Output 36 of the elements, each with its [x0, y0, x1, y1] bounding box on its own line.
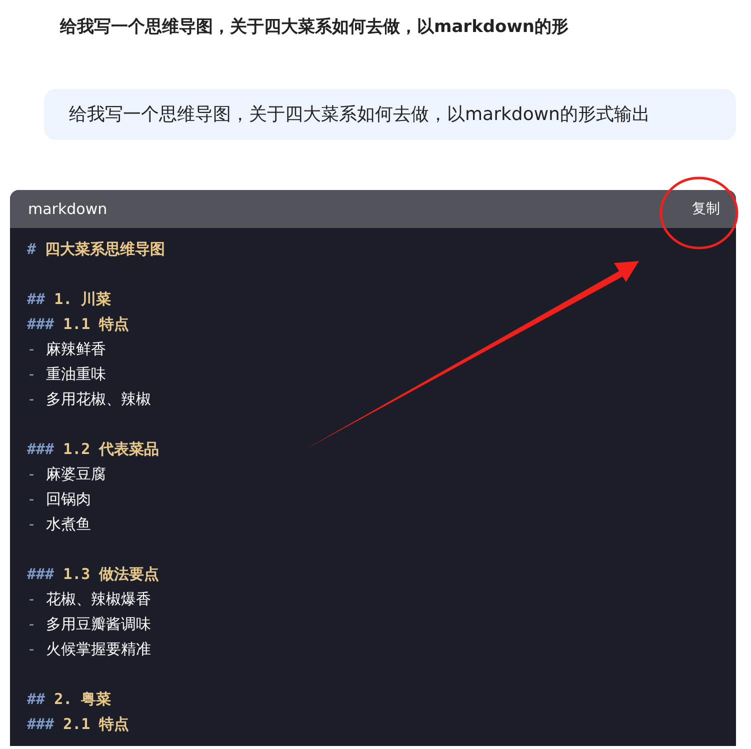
bullet-text: 水煮鱼 [46, 515, 92, 533]
heading-text: 1.2 代表菜品 [63, 440, 160, 458]
code-language: markdown [28, 200, 108, 218]
prompt-title: 给我写一个思维导图，关于四大菜系如何去做，以markdown的形 [58, 16, 570, 39]
bullet-text: 火候掌握要精准 [46, 640, 152, 658]
heading-marker: ### [27, 565, 54, 583]
heading-text: 1.1 特点 [63, 315, 130, 333]
bullet-marker: - [27, 390, 36, 408]
heading-text: 1. 川菜 [54, 290, 112, 308]
heading-marker: ### [27, 715, 54, 733]
heading-text: 四大菜系思维导图 [45, 240, 166, 258]
heading-marker: ## [27, 290, 46, 308]
bullet-marker: - [27, 590, 36, 608]
copy-button[interactable]: 复制 [692, 196, 720, 222]
heading-text: 1.3 做法要点 [63, 565, 160, 583]
bullet-text: 回锅肉 [46, 490, 92, 508]
user-message: 给我写一个思维导图，关于四大菜系如何去做，以markdown的形式输出 [44, 89, 736, 140]
bullet-marker: - [27, 465, 36, 483]
heading-text: 2. 粤菜 [54, 690, 112, 708]
bullet-text: 多用豆瓣酱调味 [46, 615, 152, 633]
bullet-text: 麻辣鲜香 [46, 340, 106, 358]
bullet-marker: - [27, 490, 36, 508]
bullet-marker: - [27, 340, 36, 358]
bullet-text: 麻婆豆腐 [46, 465, 106, 483]
heading-marker: ### [27, 315, 54, 333]
bullet-marker: - [27, 515, 36, 533]
heading-text: 2.1 特点 [63, 715, 130, 733]
heading-marker: ## [27, 690, 46, 708]
heading-marker: # [27, 240, 36, 258]
bullet-marker: - [27, 640, 36, 658]
bullet-marker: - [27, 615, 36, 633]
heading-marker: ### [27, 440, 54, 458]
bullet-text: 重油重味 [46, 365, 106, 383]
bullet-text: 多用花椒、辣椒 [46, 390, 152, 408]
bullet-marker: - [27, 365, 36, 383]
bullet-text: 花椒、辣椒爆香 [46, 590, 152, 608]
